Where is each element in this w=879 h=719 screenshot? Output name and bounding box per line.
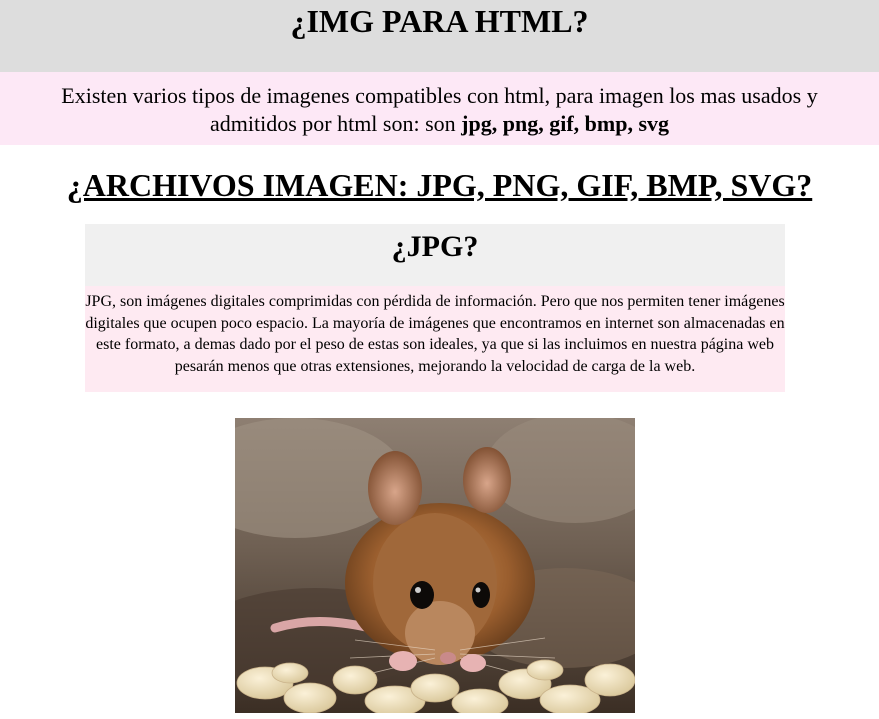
intro-formats: jpg, png, gif, bmp, svg (461, 111, 670, 136)
formats-heading: ¿ARCHIVOS IMAGEN: JPG, PNG, GIF, BMP, SV… (66, 167, 813, 203)
jpg-title: ¿JPG? (85, 224, 785, 286)
intro-text: Existen varios tipos de imagenes compati… (61, 83, 818, 136)
jpg-card: ¿JPG? JPG, son imágenes digitales compri… (85, 224, 785, 392)
intro-paragraph: Existen varios tipos de imagenes compati… (0, 72, 879, 145)
jpg-description: JPG, son imágenes digitales comprimidas … (85, 286, 785, 392)
page-title: ¿IMG PARA HTML? (290, 3, 589, 39)
top-banner: ¿IMG PARA HTML? (0, 0, 879, 72)
mouse-photo (235, 418, 635, 713)
